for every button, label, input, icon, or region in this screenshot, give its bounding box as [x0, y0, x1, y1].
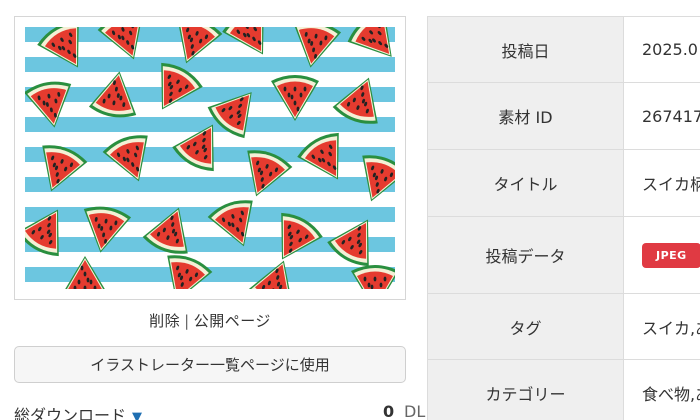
title-value: スイカ柄 — [623, 149, 700, 217]
material-id-label: 素材 ID — [427, 82, 624, 150]
caret-down-icon[interactable]: ▼ — [132, 410, 142, 420]
table-row: 投稿日 2025.0 — [427, 16, 700, 83]
table-row: 投稿データ JPEG — [427, 216, 700, 294]
total-downloads-text: 総ダウンロード — [14, 406, 127, 420]
post-date-label: 投稿日 — [427, 16, 624, 83]
download-count: 0 — [383, 402, 395, 420]
download-unit: DL — [404, 402, 426, 420]
table-row: タイトル スイカ柄 — [427, 149, 700, 217]
category-label: カテゴリー — [427, 359, 624, 420]
jpeg-badge[interactable]: JPEG — [642, 242, 700, 268]
illustration-preview — [14, 16, 406, 300]
illustration-actions: 削除 | 公開ページ — [14, 310, 406, 331]
watermelon-pattern-image — [25, 27, 395, 289]
actions-separator: | — [184, 312, 190, 330]
illustration-info-table: 投稿日 2025.0 素材 ID 267417 タイトル スイカ柄 投稿データ … — [427, 16, 700, 420]
total-downloads-label[interactable]: 総ダウンロード ▼ — [14, 402, 142, 420]
table-row: タグ スイカ,あ — [427, 293, 700, 360]
tags-label: タグ — [427, 293, 624, 360]
post-date-value: 2025.0 — [623, 16, 700, 83]
category-value[interactable]: 食べ物,あ — [623, 359, 700, 420]
post-data-label: 投稿データ — [427, 216, 624, 294]
title-label: タイトル — [427, 149, 624, 217]
post-data-value: JPEG — [623, 216, 700, 294]
table-row: 素材 ID 267417 — [427, 82, 700, 150]
use-for-illustrator-list-button[interactable]: イラストレーター一覧ページに使用 — [14, 346, 406, 383]
delete-link[interactable]: 削除 — [149, 312, 180, 330]
total-downloads: 総ダウンロード ▼ 0 DL — [14, 402, 425, 420]
tags-value[interactable]: スイカ,あ — [623, 293, 700, 360]
material-id-value: 267417 — [623, 82, 700, 150]
public-page-link[interactable]: 公開ページ — [194, 312, 271, 330]
table-row: カテゴリー 食べ物,あ — [427, 359, 700, 420]
